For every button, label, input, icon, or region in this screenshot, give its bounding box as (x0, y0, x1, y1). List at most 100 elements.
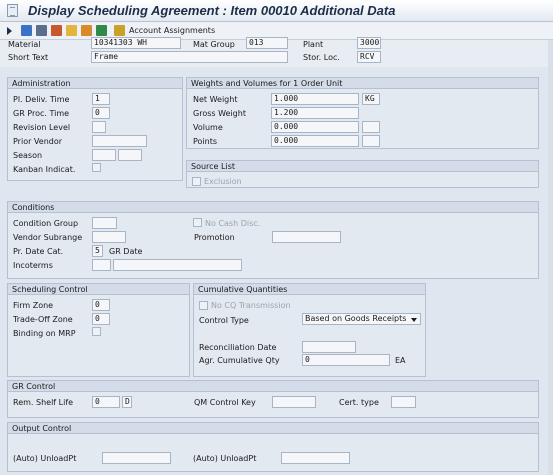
find-next-icon[interactable] (51, 25, 62, 36)
unload-pt-label-2: (Auto) UnloadPt (193, 454, 257, 463)
execute-arrow-icon[interactable] (7, 27, 12, 35)
prior-vendor-field[interactable] (92, 135, 147, 147)
points-label: Points (193, 137, 218, 146)
unload-pt-label-1: (Auto) UnloadPt (13, 454, 77, 463)
revision-level-label: Revision Level (13, 123, 71, 132)
control-type-value: Based on Goods Receipts (305, 314, 407, 323)
volume-field[interactable]: 0.000 (271, 121, 359, 133)
binding-on-mrp-label: Binding on MRP (13, 329, 76, 338)
unload-pt-field-1[interactable] (102, 452, 171, 464)
net-weight-field[interactable]: 1.000 (271, 93, 359, 105)
scheduling-control-group: Scheduling Control Firm Zone 0 Trade-Off… (7, 283, 190, 377)
reconciliation-date-label: Reconciliation Date (199, 343, 277, 352)
qm-control-key-field[interactable] (272, 396, 316, 408)
kanban-indicator-checkbox[interactable] (92, 163, 101, 172)
window-title: Display Scheduling Agreement : Item 0001… (28, 3, 396, 18)
conditions-title: Conditions (8, 202, 538, 213)
reconciliation-date-field[interactable] (302, 341, 356, 353)
conditions-group: Conditions Condition Group No Cash Disc.… (7, 201, 539, 279)
short-text-label: Short Text (8, 53, 49, 62)
volume-label: Volume (193, 123, 223, 132)
gross-weight-field[interactable]: 1.200 (271, 107, 359, 119)
gross-weight-label: Gross Weight (193, 109, 246, 118)
rem-shelf-life-unit-field[interactable]: D (122, 396, 132, 408)
stor-loc-field[interactable]: RCV (357, 51, 381, 63)
points-field[interactable]: 0.000 (271, 135, 359, 147)
season-field-2[interactable] (118, 149, 142, 161)
weights-volumes-title: Weights and Volumes for 1 Order Unit (187, 78, 538, 89)
condition-group-field[interactable] (92, 217, 117, 229)
control-type-label: Control Type (199, 316, 249, 325)
gr-control-group: GR Control Rem. Shelf Life 0 D QM Contro… (7, 380, 539, 418)
promotion-label: Promotion (194, 233, 235, 242)
material-field[interactable]: 10341303 WH (91, 37, 181, 49)
change-icon[interactable] (81, 25, 92, 36)
scheduling-control-title: Scheduling Control (8, 284, 189, 295)
trade-off-zone-field[interactable]: 0 (92, 313, 110, 325)
no-cash-disc-label: No Cash Disc. (205, 219, 261, 228)
incoterms-label: Incoterms (13, 261, 53, 270)
trade-off-zone-label: Trade-Off Zone (13, 315, 73, 324)
cumulative-quantities-title: Cumulative Quantities (194, 284, 425, 295)
find-icon[interactable] (36, 25, 47, 36)
unload-pt-field-2[interactable] (281, 452, 350, 464)
control-type-dropdown[interactable]: Based on Goods Receipts (302, 313, 421, 325)
prior-vendor-label: Prior Vendor (13, 137, 63, 146)
qm-control-key-label: QM Control Key (194, 398, 256, 407)
material-label: Material (8, 40, 41, 49)
account-assignments-button[interactable]: Account Assignments (129, 26, 215, 35)
revision-level-field[interactable] (92, 121, 106, 133)
exclusion-checkbox[interactable] (192, 177, 201, 186)
season-label: Season (13, 151, 43, 160)
display-icon[interactable] (96, 25, 107, 36)
chevron-down-icon[interactable] (411, 318, 417, 322)
firm-zone-field[interactable]: 0 (92, 299, 110, 311)
net-weight-label: Net Weight (193, 95, 238, 104)
incoterms-field[interactable] (92, 259, 111, 271)
promotion-field[interactable] (272, 231, 341, 243)
cert-type-label: Cert. type (339, 398, 379, 407)
pl-deliv-time-field[interactable]: 1 (92, 93, 110, 105)
agr-cumulative-qty-field[interactable]: 0 (302, 354, 390, 366)
agr-cumulative-qty-label: Agr. Cumulative Qty (199, 356, 280, 365)
plant-field[interactable]: 3000 (357, 37, 381, 49)
document-icon (7, 4, 18, 17)
gr-control-title: GR Control (8, 381, 538, 392)
output-control-title: Output Control (8, 423, 538, 434)
no-cq-transmission-checkbox[interactable] (199, 301, 208, 310)
pr-date-cat-field[interactable]: 5 (92, 245, 103, 257)
vertical-scrollbar[interactable] (548, 40, 553, 475)
firm-zone-label: Firm Zone (13, 301, 54, 310)
vendor-subrange-label: Vendor Subrange (13, 233, 83, 242)
create-icon[interactable] (66, 25, 77, 36)
account-assignments-icon[interactable] (114, 25, 125, 36)
mat-group-field[interactable]: 013 (246, 37, 288, 49)
stor-loc-label: Stor. Loc. (303, 53, 340, 62)
no-cq-transmission-label: No CQ Transmission (211, 301, 291, 310)
short-text-field[interactable]: Frame (91, 51, 288, 63)
cert-type-field[interactable] (391, 396, 416, 408)
exclusion-label: Exclusion (204, 177, 242, 186)
vendor-subrange-field[interactable] (92, 231, 126, 243)
incoterms-location-field[interactable] (113, 259, 242, 271)
source-list-title: Source List (187, 161, 538, 172)
header-area: Material 10341303 WH Mat Group 013 Plant… (0, 37, 553, 67)
gr-date-label: GR Date (109, 247, 143, 256)
binding-on-mrp-checkbox[interactable] (92, 327, 101, 336)
rem-shelf-life-label: Rem. Shelf Life (13, 398, 74, 407)
season-field-1[interactable] (92, 149, 116, 161)
no-cash-disc-checkbox[interactable] (193, 218, 202, 227)
weights-volumes-group: Weights and Volumes for 1 Order Unit Net… (186, 77, 539, 149)
kanban-indicator-label: Kanban Indicat. (13, 165, 76, 174)
condition-group-label: Condition Group (13, 219, 79, 228)
print-icon[interactable] (21, 25, 32, 36)
points-unit-field[interactable] (362, 135, 380, 147)
net-weight-unit-field[interactable]: KG (362, 93, 380, 105)
volume-unit-field[interactable] (362, 121, 380, 133)
source-list-group: Source List Exclusion (186, 160, 539, 188)
gr-proc-time-field[interactable]: 0 (92, 107, 110, 119)
mat-group-label: Mat Group (193, 40, 235, 49)
administration-title: Administration (8, 78, 182, 89)
title-bar: Display Scheduling Agreement : Item 0001… (0, 0, 553, 22)
rem-shelf-life-field[interactable]: 0 (92, 396, 120, 408)
